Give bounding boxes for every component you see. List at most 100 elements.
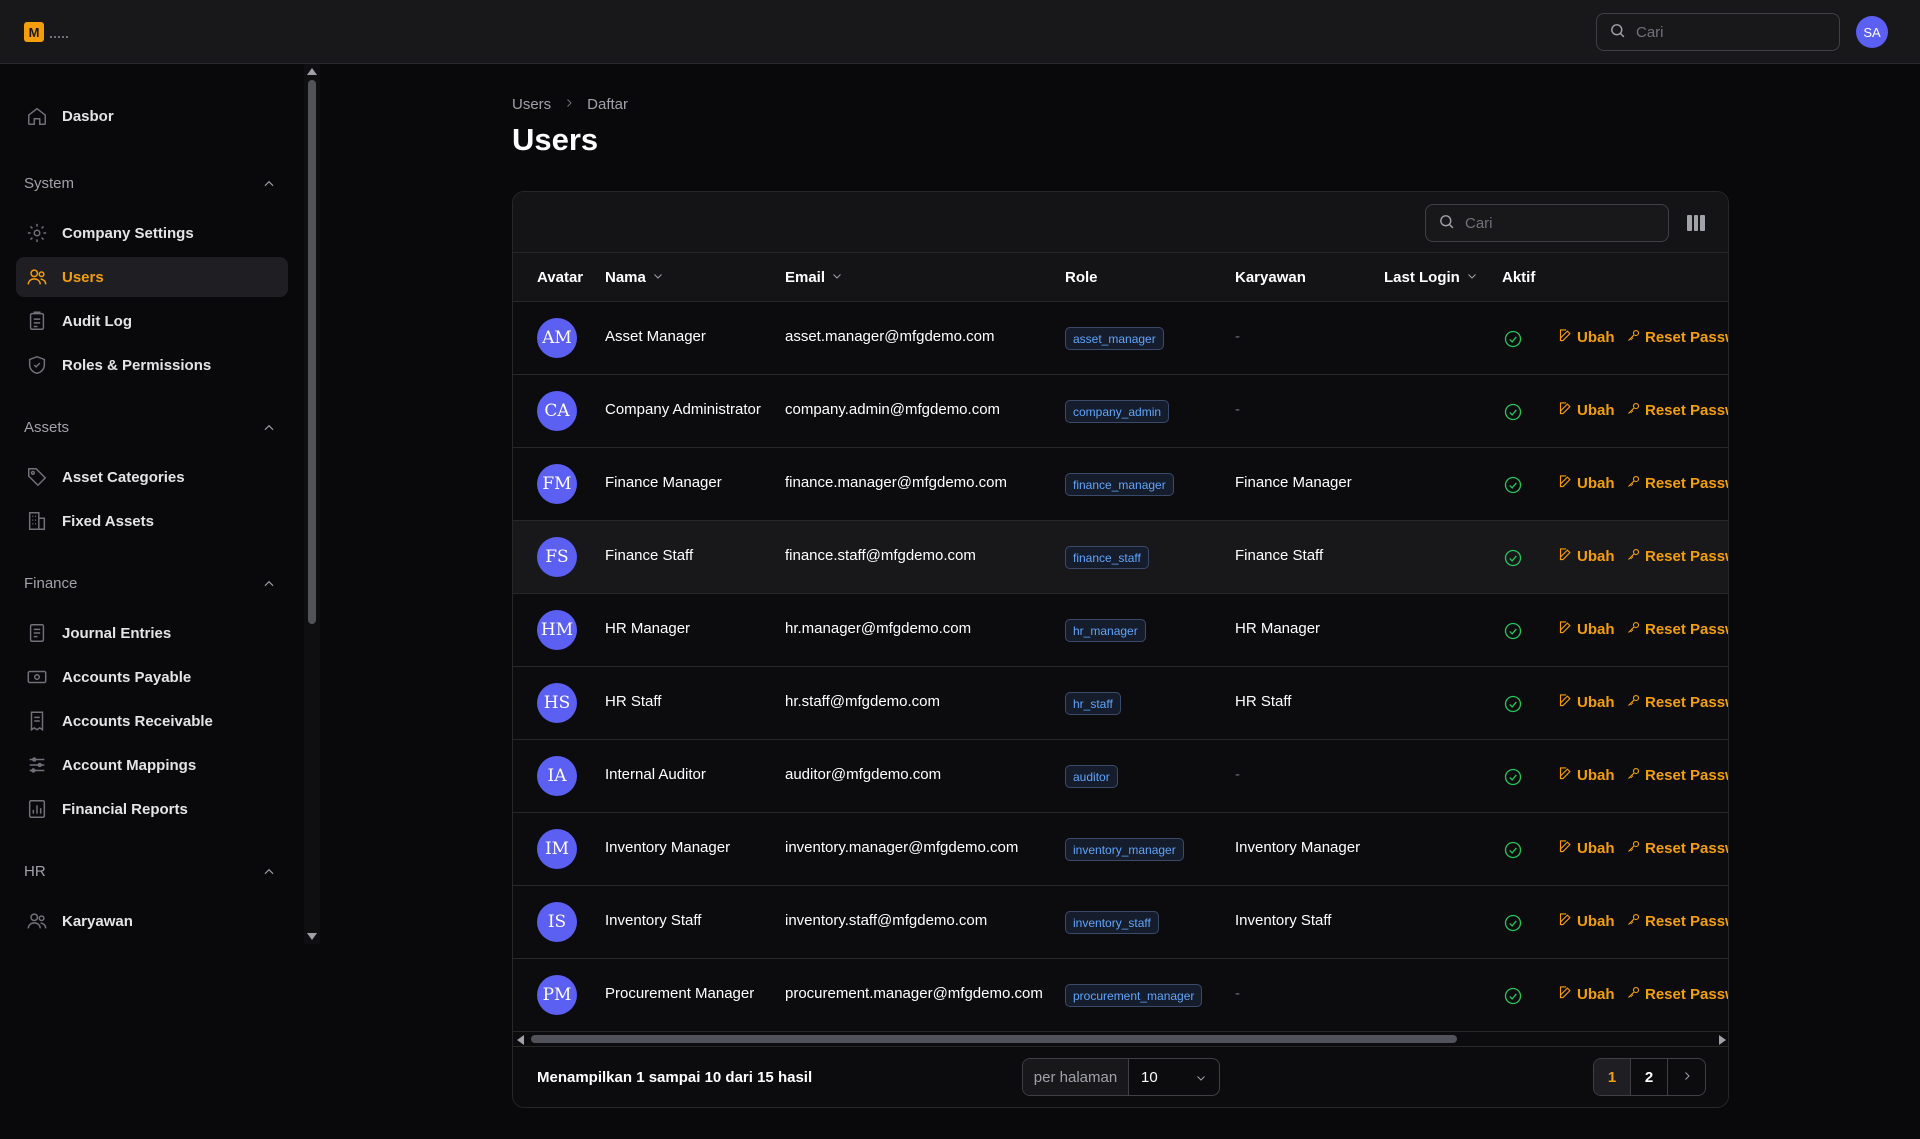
per-page-select[interactable]: per halaman 10 [1022,1058,1220,1096]
sidebar-item-account-mappings[interactable]: Account Mappings [16,745,288,785]
sidebar-item-company-settings[interactable]: Company Settings [16,213,288,253]
sidebar-item-financial-reports[interactable]: Financial Reports [16,789,288,829]
table-row: IM Inventory Manager inventory.manager@mfg… [513,813,1728,886]
column-nama[interactable]: Nama [605,269,664,286]
column-email[interactable]: Email [785,269,843,286]
breadcrumb-users[interactable]: Users [512,96,551,113]
table-search[interactable] [1425,204,1669,242]
sidebar-item-asset-categories[interactable]: Asset Categories [16,457,288,497]
sidebar-item-fixed-assets[interactable]: Fixed Assets [16,501,288,541]
sidebar-scrollbar[interactable] [304,64,320,944]
reset-password-button[interactable]: Reset Passw [1626,912,1728,931]
table-row: IA Internal Auditor auditor@mfgdemo.com aud… [513,740,1728,813]
sort-chevron-icon [652,269,664,286]
scroll-down-arrow[interactable] [307,933,317,940]
logo-text [50,35,68,38]
key-icon [1626,766,1641,785]
key-icon [1626,912,1641,931]
reset-password-label: Reset Passw [1645,475,1729,492]
scrollbar-thumb[interactable] [308,80,316,624]
avatar: FS [537,537,577,577]
table-row: HM HR Manager hr.manager@mfgdemo.com hr_man… [513,594,1728,667]
sliders-icon [26,754,48,776]
app-logo[interactable]: M [24,22,68,42]
karyawan-name: HR Manager [1235,620,1321,637]
reset-password-button[interactable]: Reset Passw [1626,474,1729,493]
reset-password-button[interactable]: Reset Passw [1626,693,1728,712]
sidebar-item-label: Financial Reports [62,800,188,818]
table-search-input[interactable] [1465,214,1645,232]
next-page-button[interactable] [1668,1059,1705,1095]
edit-button[interactable]: Ubah [1558,839,1615,858]
sidebar-group-finance[interactable]: Finance [24,575,77,592]
sidebar-item-label: Roles & Permissions [62,356,212,374]
table-row: FS Finance Staff finance.staff@mfgdemo.com… [513,521,1729,594]
edit-label: Ubah [1577,986,1615,1003]
chevron-up-icon[interactable] [262,577,276,591]
sidebar-item-users[interactable]: Users [16,257,288,297]
reset-password-button[interactable]: Reset Passw [1626,620,1728,639]
sidebar-item-dasbor[interactable]: Dasbor [16,96,288,136]
edit-button[interactable]: Ubah [1558,912,1615,931]
reset-password-button[interactable]: Reset Passw [1626,985,1728,1004]
edit-label: Ubah [1577,548,1615,565]
reset-password-button[interactable]: Reset Passw [1626,328,1728,347]
reset-password-button[interactable]: Reset Passw [1626,766,1728,785]
sidebar-group-system[interactable]: System [24,175,74,192]
sidebar-item-label: Users [62,268,104,286]
column-avatar: Avatar [537,269,584,286]
per-page-value-text: 10 [1141,1068,1158,1086]
user-email: inventory.staff@mfgdemo.com [785,912,988,929]
sidebar-group-assets[interactable]: Assets [24,419,69,436]
page-1-button[interactable]: 1 [1594,1059,1631,1095]
edit-button[interactable]: Ubah [1558,766,1615,785]
edit-icon [1558,547,1573,566]
clipboard-icon [26,310,48,332]
role-badge: company_admin [1065,400,1170,423]
search-icon [1609,22,1626,42]
logo-mark: M [24,22,44,42]
horizontal-scrollbar[interactable] [513,1032,1728,1046]
column-karyawan: Karyawan [1235,269,1306,286]
chevron-up-icon[interactable] [262,177,276,191]
edit-button[interactable]: Ubah [1558,474,1615,493]
sidebar-item-accounts-payable[interactable]: Accounts Payable [16,657,288,697]
global-search[interactable] [1596,13,1840,51]
user-name: Company Administrator [605,401,761,418]
scroll-up-arrow[interactable] [307,68,317,75]
edit-button[interactable]: Ubah [1558,620,1615,639]
user-email: finance.staff@mfgdemo.com [785,547,976,564]
reset-password-button[interactable]: Reset Passw [1626,401,1728,420]
sidebar-item-roles-permissions[interactable]: Roles & Permissions [16,345,288,385]
global-search-input[interactable] [1636,23,1816,41]
chevron-up-icon[interactable] [262,865,276,879]
sidebar-item-journal-entries[interactable]: Journal Entries [16,613,288,653]
sidebar-item-audit-log[interactable]: Audit Log [16,301,288,341]
sidebar-item-accounts-receivable[interactable]: Accounts Receivable [16,701,288,741]
scroll-right-arrow[interactable] [1719,1035,1726,1045]
scroll-left-arrow[interactable] [517,1035,524,1045]
reset-password-button[interactable]: Reset Passw [1626,839,1728,858]
reset-password-label: Reset Passw [1645,548,1729,565]
reset-password-button[interactable]: Reset Passw [1626,547,1729,566]
column-toggle-icon[interactable] [1687,215,1706,231]
per-page-value[interactable]: 10 [1129,1059,1219,1095]
edit-icon [1558,474,1573,493]
user-avatar[interactable]: SA [1856,16,1888,48]
role-badge: asset_manager [1065,327,1164,350]
sidebar-group-hr[interactable]: HR [24,863,46,880]
sidebar-item-label: Asset Categories [62,468,185,486]
table-toolbar [513,192,1728,253]
user-name: Finance Staff [605,547,694,564]
chevron-up-icon[interactable] [262,421,276,435]
page-2-button[interactable]: 2 [1631,1059,1668,1095]
column-last-login[interactable]: Last Login [1384,269,1478,286]
sidebar-item-karyawan[interactable]: Karyawan [16,901,288,941]
chart-icon [26,798,48,820]
edit-button[interactable]: Ubah [1558,985,1615,1004]
edit-button[interactable]: Ubah [1558,693,1615,712]
edit-button[interactable]: Ubah [1558,328,1615,347]
edit-button[interactable]: Ubah [1558,547,1615,566]
edit-button[interactable]: Ubah [1558,401,1615,420]
scrollbar-thumb[interactable] [531,1035,1457,1043]
